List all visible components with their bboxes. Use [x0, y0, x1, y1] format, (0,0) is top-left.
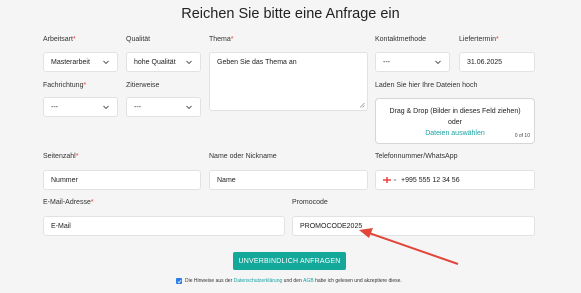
chevron-down-icon [186, 105, 192, 110]
consent-row: Die Hinweise aus der Datenschutzerklärun… [176, 278, 402, 284]
zitierweise-select[interactable]: --- [126, 97, 201, 117]
arbeitsart-select[interactable]: Masterarbeit [43, 52, 118, 72]
agb-link[interactable]: AGB [303, 278, 314, 284]
name-placeholder: Name [217, 176, 236, 184]
privacy-policy-link[interactable]: Datenschutzerklärung [234, 278, 283, 284]
qualitaet-label: Qualität [126, 36, 151, 43]
liefertermin-label: Liefertermin* [459, 36, 499, 43]
file-count: 0 of 10 [514, 133, 530, 139]
liefertermin-value: 31.06.2025 [467, 58, 503, 66]
qualitaet-value: hohe Qualität [134, 58, 176, 66]
chevron-down-icon [103, 60, 109, 65]
email-label: E-Mail-Adresse* [43, 199, 94, 206]
annotation-arrow-icon [359, 228, 459, 265]
promocode-value: PROMOCODE2025 [300, 222, 363, 230]
qualitaet-select[interactable]: hohe Qualität [126, 52, 201, 72]
thema-value: Geben Sie das Thema an [217, 59, 297, 66]
email-placeholder: E-Mail [51, 222, 71, 230]
seitenzahl-label: Seitenzahl* [43, 153, 79, 160]
kontaktmethode-value: --- [383, 58, 390, 66]
arbeitsart-value: Masterarbeit [51, 58, 90, 66]
fachrichtung-label: Fachrichtung* [43, 82, 87, 89]
chevron-down-icon [435, 60, 441, 65]
zitierweise-label: Zitierweise [126, 82, 160, 89]
dropzone-hint: Drag & Drop (Bilder in dieses Feld ziehe… [389, 108, 521, 115]
kontaktmethode-select[interactable]: --- [375, 52, 450, 72]
checkmark-icon [177, 279, 182, 283]
consent-text-middle: und den [283, 278, 302, 284]
consent-text-before: Die Hinweise aus der [185, 278, 233, 284]
chevron-down-icon [186, 60, 192, 65]
consent-checkbox[interactable] [176, 278, 182, 284]
fachrichtung-select[interactable]: --- [43, 97, 118, 117]
page-title: Reichen Sie bitte eine Anfrage ein [181, 6, 400, 22]
telefon-input[interactable]: +995 555 12 34 56 [375, 170, 535, 190]
seitenzahl-placeholder: Nummer [51, 176, 78, 184]
name-label: Name oder Nickname [209, 153, 277, 160]
resize-handle-icon[interactable] [359, 102, 365, 108]
thema-label: Thema* [209, 36, 234, 43]
promocode-label: Promocode [292, 199, 328, 206]
zitierweise-value: --- [134, 103, 141, 111]
kontaktmethode-label: Kontaktmethode [375, 36, 426, 43]
file-dropzone[interactable]: Drag & Drop (Bilder in dieses Feld ziehe… [375, 98, 535, 144]
liefertermin-input[interactable]: 31.06.2025 [459, 52, 535, 72]
choose-files-link[interactable]: Dateien auswählen [376, 130, 534, 137]
telefon-label: Telefonnummer/WhatsApp [375, 153, 458, 160]
consent-text-after: habe ich gelesen und akzeptiere diese. [315, 278, 402, 284]
georgia-flag-icon[interactable] [383, 177, 397, 183]
telefon-value: +995 555 12 34 56 [401, 176, 460, 184]
email-input[interactable]: E-Mail [43, 216, 285, 236]
fachrichtung-value: --- [51, 103, 58, 111]
seitenzahl-input[interactable]: Nummer [43, 170, 201, 190]
submit-request-button[interactable]: UNVERBINDLICH ANFRAGEN [233, 252, 346, 270]
arbeitsart-label: Arbeitsart* [43, 36, 76, 43]
name-input[interactable]: Name [209, 170, 368, 190]
thema-textarea[interactable]: Geben Sie das Thema an [209, 52, 368, 111]
upload-label: Laden Sie hier Ihre Dateien hoch [375, 82, 478, 89]
chevron-down-icon [103, 105, 109, 110]
dropzone-or: oder [447, 119, 462, 126]
